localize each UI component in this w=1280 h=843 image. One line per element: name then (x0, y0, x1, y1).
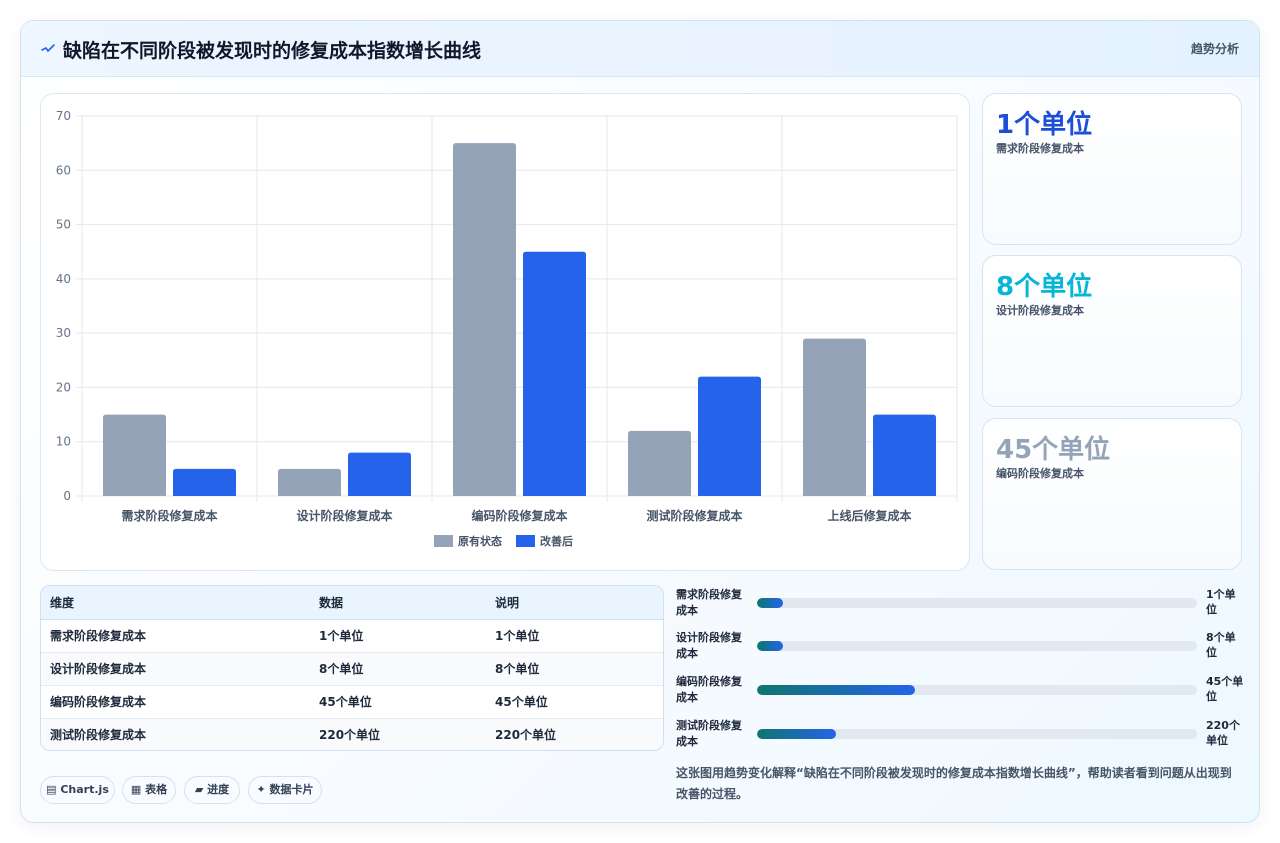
table-cell: 45个单位 (310, 685, 486, 719)
bar (453, 143, 516, 496)
progress-value: 1个单位 (1206, 588, 1236, 616)
x-tick-label: 测试阶段修复成本 (646, 508, 742, 523)
chip-chartjs[interactable]: ▤ Chart.js (40, 776, 115, 804)
y-tick-label: 20 (56, 380, 71, 394)
bar-chart: 0 10 20 30 40 50 60 70 需求阶段修复成本 设计阶段修复成本 编码阶段修复成本 测… (56, 109, 958, 548)
y-tick-label: 60 (56, 163, 71, 177)
table-cell: 测试阶段修复成本 (41, 718, 310, 750)
column-header: 说明 (486, 586, 663, 620)
pulse-icon (41, 44, 55, 52)
trend-analysis-tag[interactable]: 趋势分析 (1191, 40, 1239, 57)
table-cell: 45个单位 (486, 685, 663, 719)
progress-icon: ▰ (194, 783, 204, 796)
bar (873, 414, 936, 496)
chip-label: 数据卡片 (269, 783, 314, 796)
column-header: 维度 (41, 586, 310, 620)
chip-label: Chart.js (60, 783, 109, 796)
x-tick-label: 上线后修复成本 (827, 508, 911, 523)
page-title: 缺陷在不同阶段被发现时的修复成本指数增长曲线 (63, 40, 482, 62)
progress-label: 编码阶段修复成本 (676, 675, 742, 704)
y-tick-label: 70 (56, 109, 71, 123)
chip-label: 表格 (145, 783, 168, 796)
progress-row: 测试阶段修复成本 220个单位 (676, 718, 1246, 758)
progress-label: 需求阶段修复成本 (676, 588, 742, 617)
bar (278, 468, 341, 496)
progress-value: 220个单位 (1206, 719, 1240, 747)
progress-value: 45个单位 (1206, 675, 1244, 703)
legend-swatch (434, 535, 453, 547)
progress-row: 设计阶段修复成本 8个单位 (676, 630, 1246, 670)
stat-card-requirements: 1个单位 需求阶段修复成本 (982, 93, 1242, 245)
bar (173, 468, 236, 496)
table-row: 设计阶段修复成本 8个单位 8个单位 (41, 652, 663, 686)
table-header-row: 维度 数据 说明 (41, 586, 663, 620)
column-header: 数据 (310, 586, 486, 620)
table-cell: 8个单位 (486, 652, 663, 686)
bar (698, 376, 761, 496)
chip-label: 进度 (207, 783, 230, 796)
y-tick-label: 0 (63, 489, 71, 503)
bar (628, 430, 691, 496)
main-card: 缺陷在不同阶段被发现时的修复成本指数增长曲线 趋势分析 0 10 20 30 40 50 6… (20, 20, 1260, 823)
legend-label: 原有状态 (458, 534, 502, 548)
progress-label: 测试阶段修复成本 (676, 719, 742, 748)
legend-swatch (516, 535, 535, 547)
progress-label: 设计阶段修复成本 (676, 631, 742, 660)
bar (103, 414, 166, 496)
stat-value: 1个单位 (996, 110, 1093, 140)
stat-label: 需求阶段修复成本 (996, 142, 1084, 155)
y-tick-label: 50 (56, 218, 71, 232)
chart-panel: 0 10 20 30 40 50 60 70 需求阶段修复成本 设计阶段修复成本 编码阶段修复成本 测… (40, 93, 970, 571)
description-note: 这张图用趋势变化解释“缺陷在不同阶段被发现时的修复成本指数增长曲线”，帮助读者看… (676, 766, 1232, 801)
y-tick-label: 30 (56, 326, 71, 340)
table-row: 测试阶段修复成本 220个单位 220个单位 (41, 718, 663, 750)
chip-progress[interactable]: ▰ 进度 (184, 776, 240, 804)
chip-data-cards[interactable]: ✦ 数据卡片 (248, 776, 322, 804)
chart-icon: ▤ (46, 783, 57, 796)
table-cell: 1个单位 (310, 619, 486, 653)
table-row: 编码阶段修复成本 45个单位 45个单位 (41, 685, 663, 719)
table-cell: 220个单位 (310, 718, 486, 750)
data-table: 维度 数据 说明 需求阶段修复成本 1个单位 1个单位 设计阶段修复成本 8个单… (40, 585, 664, 751)
table-cell: 220个单位 (486, 718, 663, 750)
stat-value: 45个单位 (996, 435, 1111, 465)
stat-card-design: 8个单位 设计阶段修复成本 (982, 255, 1242, 407)
progress-track (757, 641, 1197, 651)
x-tick-label: 需求阶段修复成本 (121, 508, 217, 523)
bar (803, 338, 866, 496)
progress-fill (757, 598, 784, 608)
legend-label: 改善后 (540, 534, 573, 548)
progress-value: 8个单位 (1206, 631, 1236, 659)
progress-row: 编码阶段修复成本 45个单位 (676, 674, 1246, 714)
table-cell: 8个单位 (310, 652, 486, 686)
stat-label: 设计阶段修复成本 (996, 304, 1084, 317)
table-icon: ▦ (130, 783, 142, 796)
progress-track (757, 729, 1197, 739)
y-tick-label: 10 (56, 435, 71, 449)
bar (523, 251, 586, 496)
progress-track (757, 598, 1197, 608)
table-cell: 设计阶段修复成本 (41, 652, 310, 686)
header-bar: 缺陷在不同阶段被发现时的修复成本指数增长曲线 趋势分析 (21, 21, 1259, 77)
bar (348, 452, 411, 496)
progress-fill (757, 729, 837, 739)
progress-row: 需求阶段修复成本 1个单位 (676, 587, 1246, 627)
chip-table[interactable]: ▦ 表格 (122, 776, 176, 804)
table-cell: 需求阶段修复成本 (41, 619, 310, 653)
table-row: 需求阶段修复成本 1个单位 1个单位 (41, 619, 663, 653)
stat-value: 8个单位 (996, 272, 1093, 302)
table-cell: 1个单位 (486, 619, 663, 653)
x-tick-label: 设计阶段修复成本 (296, 508, 392, 523)
progress-fill (757, 641, 784, 651)
stat-label: 编码阶段修复成本 (996, 467, 1084, 480)
stat-card-coding: 45个单位 编码阶段修复成本 (982, 418, 1242, 570)
progress-fill (757, 685, 916, 695)
progress-track (757, 685, 1197, 695)
table-cell: 编码阶段修复成本 (41, 685, 310, 719)
sparkle-icon: ✦ (256, 783, 266, 796)
y-tick-label: 40 (56, 272, 71, 286)
x-tick-label: 编码阶段修复成本 (470, 508, 567, 523)
